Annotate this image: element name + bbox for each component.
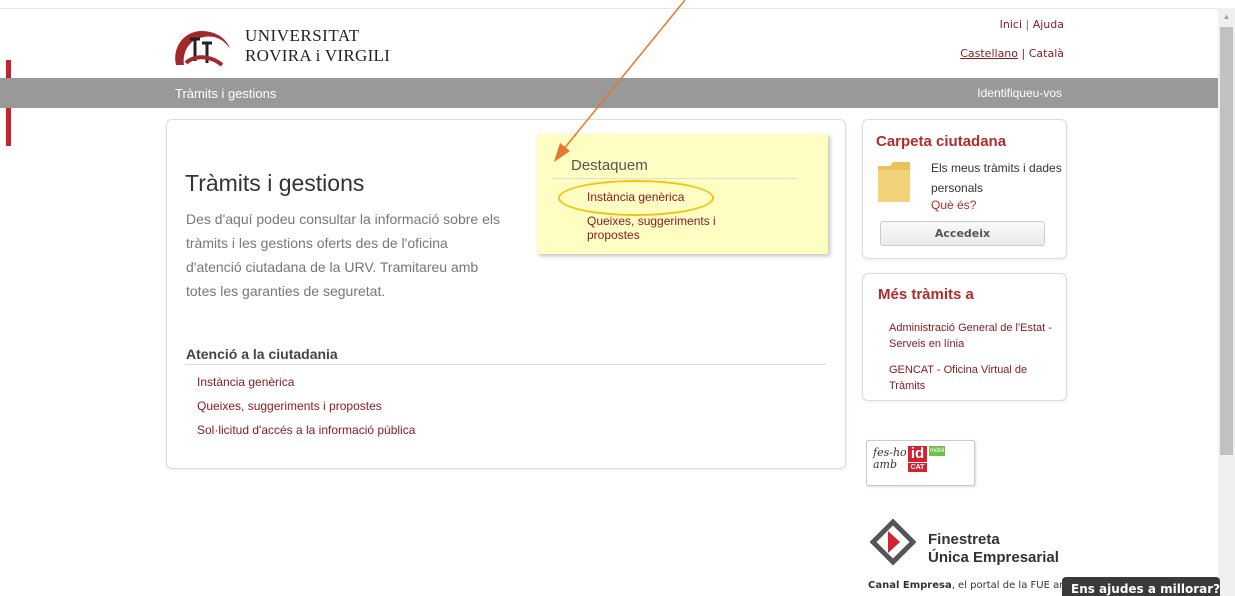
- link-sollicitud-acces[interactable]: Sol·licitud d'accés a la informació públ…: [197, 423, 415, 437]
- idcat-text: fes-ho amb: [873, 447, 907, 471]
- link-instancia-generica[interactable]: Instància genèrica: [197, 375, 294, 389]
- idcat-text-line2: amb: [873, 458, 898, 471]
- section-bar-title[interactable]: Tràmits i gestions: [175, 86, 276, 101]
- lang-catala-link[interactable]: Català: [1029, 47, 1064, 60]
- highlight-link-queixes[interactable]: Queixes, suggeriments i propostes: [587, 214, 737, 242]
- idcat-cat-logo: CAT: [908, 463, 927, 472]
- carpeta-what-is-link[interactable]: Què és?: [931, 198, 976, 212]
- idcat-mobile-bubble: mòbil: [929, 446, 945, 456]
- canal-empresa-bold: Canal Empresa: [868, 580, 952, 591]
- help-link[interactable]: Ajuda: [1033, 18, 1064, 31]
- canal-empresa-rest: , el portal de la FUE am: [951, 580, 1069, 591]
- separator: |: [1021, 47, 1029, 60]
- link-queixes[interactable]: Queixes, suggeriments i propostes: [197, 399, 382, 413]
- logo-text-line2: ROVIRA i VIRGILI: [245, 46, 391, 65]
- section-heading: Atenció a la ciutadania: [186, 346, 338, 362]
- finestreta-title-line1: Finestreta: [928, 531, 1000, 548]
- accedeix-button[interactable]: Accedeix: [880, 221, 1045, 246]
- language-links: Castellano | Català: [930, 47, 1064, 60]
- section-divider: [185, 364, 826, 365]
- annotation-arrow-icon: [554, 0, 686, 162]
- finestreta-title-line2: Única Empresarial: [928, 549, 1059, 566]
- top-links: Inici | Ajuda: [960, 18, 1064, 31]
- login-link[interactable]: Identifiqueu-vos: [960, 86, 1062, 100]
- scroll-up-icon[interactable]: ▲: [1220, 10, 1233, 24]
- link-gencat-ovt[interactable]: GENCAT - Oficina Virtual de Tràmits: [889, 362, 1059, 394]
- page-description: Des d'aquí podeu consultar la informació…: [186, 211, 500, 299]
- canal-empresa-text: Canal Empresa, el portal de la FUE am: [868, 580, 1069, 591]
- feedback-tab[interactable]: Ens ajudes a millorar?: [1062, 577, 1220, 596]
- folder-icon: [878, 162, 910, 202]
- urv-logo-icon[interactable]: [170, 25, 236, 71]
- idcat-id-logo: id: [908, 446, 927, 462]
- finestreta-logo-icon: [870, 519, 916, 565]
- carpeta-text: Els meus tràmits i dades personals: [931, 161, 1062, 195]
- logo-text-line1: UNIVERSITAT: [245, 26, 360, 45]
- scrollbar-thumb[interactable]: [1220, 27, 1233, 455]
- annotation-ellipse: [558, 180, 714, 216]
- home-link[interactable]: Inici: [1000, 18, 1022, 31]
- carpeta-title: Carpeta ciutadana: [876, 133, 1007, 150]
- separator: |: [1025, 18, 1033, 31]
- page-title: Tràmits i gestions: [185, 170, 365, 196]
- link-age-serveis[interactable]: Administració General de l'Estat - Serve…: [889, 320, 1059, 352]
- mes-tramits-title: Més tràmits a: [878, 286, 974, 303]
- lang-castellano-link[interactable]: Castellano: [960, 47, 1018, 60]
